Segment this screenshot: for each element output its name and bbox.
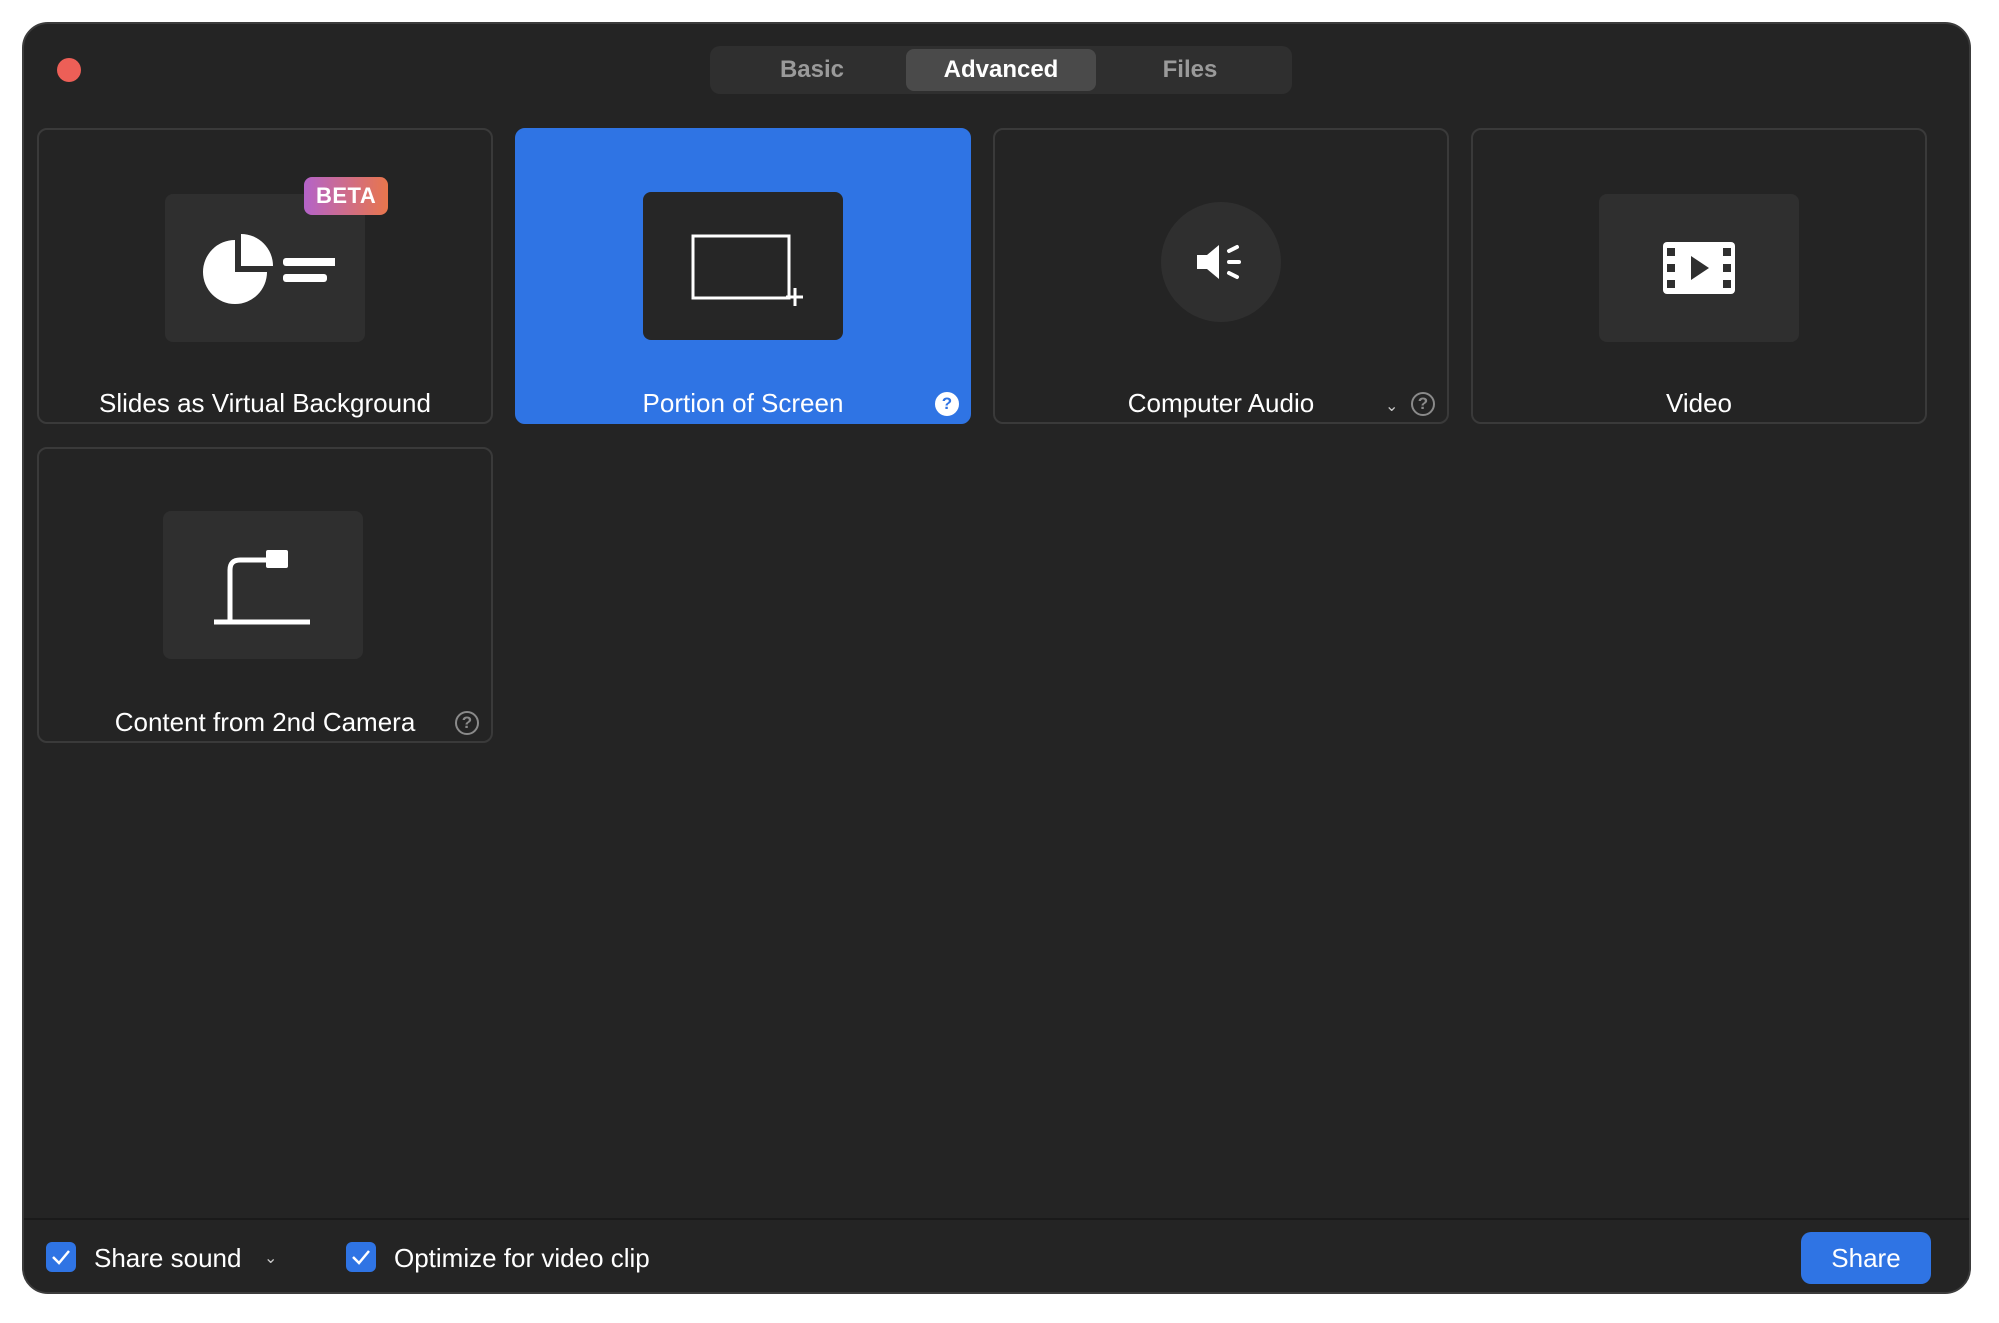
tile-slides-virtual-background[interactable]: BETA Slides as Virtual Background (37, 128, 493, 424)
tile-portion-of-screen[interactable]: Portion of Screen ? (515, 128, 971, 424)
help-icon[interactable]: ? (1411, 392, 1435, 416)
optimize-video-checkbox[interactable] (346, 1242, 376, 1272)
optimize-video-label: Optimize for video clip (394, 1243, 650, 1273)
tab-files[interactable]: Files (1095, 49, 1285, 91)
slides-pie-chart-icon (203, 234, 335, 304)
close-window-button[interactable] (57, 58, 81, 82)
tile-content-from-2nd-camera[interactable]: Content from 2nd Camera ? (37, 447, 493, 743)
help-icon[interactable]: ? (935, 392, 959, 416)
tile-computer-audio[interactable]: Computer Audio ⌄ ? (993, 128, 1449, 424)
tile-video[interactable]: Video (1471, 128, 1927, 424)
speaker-icon (1197, 245, 1241, 279)
footer-bar: Share sound ⌄ Optimize for video clip Sh… (24, 1218, 1969, 1292)
share-sound-label: Share sound (94, 1243, 242, 1273)
camera-icon-box (163, 511, 363, 659)
slides-icon-box (165, 194, 365, 342)
tile-label: Portion of Screen (642, 388, 844, 418)
tile-label: Content from 2nd Camera (114, 707, 416, 737)
share-screen-window: Basic Advanced Files BETA Slides as Virt… (22, 22, 1971, 1294)
checkmark-icon (52, 1250, 70, 1265)
tab-bar: Basic Advanced Files (710, 46, 1292, 94)
tile-label: Slides as Virtual Background (99, 388, 431, 418)
beta-badge: BETA (304, 177, 389, 215)
tile-label: Video (1665, 388, 1733, 418)
checkmark-icon (352, 1250, 370, 1265)
video-icon-box (1599, 194, 1799, 342)
audio-icon-circle (1161, 202, 1281, 322)
share-sound-chevron-down-icon[interactable]: ⌄ (264, 1248, 277, 1268)
document-camera-icon (214, 550, 310, 625)
tile-label: Computer Audio (1127, 388, 1315, 418)
share-button[interactable]: Share (1801, 1232, 1931, 1284)
tab-basic[interactable]: Basic (717, 49, 907, 91)
share-sound-checkbox[interactable] (46, 1242, 76, 1272)
portion-icon-box (643, 192, 843, 340)
tab-advanced[interactable]: Advanced (906, 49, 1096, 91)
screen-portion-icon (691, 234, 803, 306)
help-icon[interactable]: ? (455, 711, 479, 735)
chevron-down-icon[interactable]: ⌄ (1385, 396, 1398, 416)
film-play-icon (1663, 242, 1735, 294)
